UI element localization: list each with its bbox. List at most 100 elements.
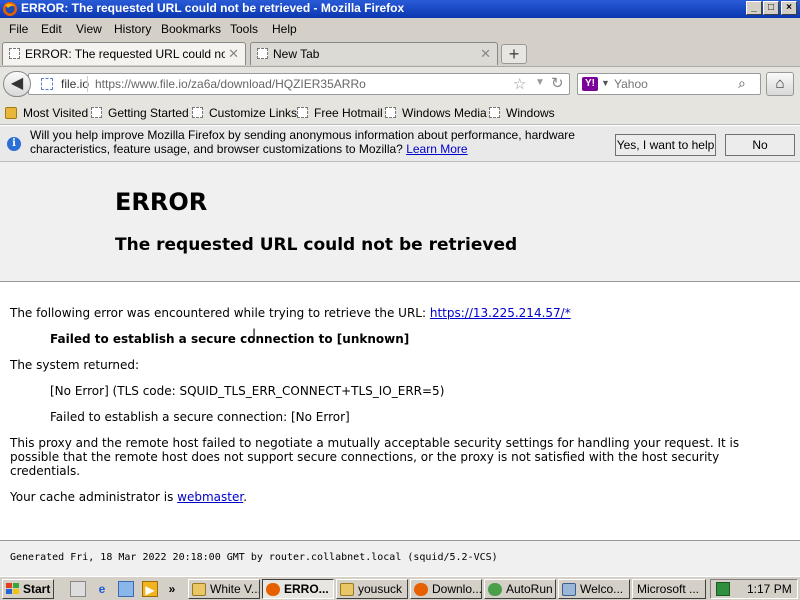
error-url-link[interactable]: https://13.225.214.57/* [430, 306, 571, 320]
url-dropdown-icon[interactable]: ▼ [535, 77, 545, 88]
folder-icon [192, 583, 206, 596]
tab-label: New Tab [273, 47, 320, 61]
new-tab-button[interactable]: + [501, 44, 527, 64]
error-footer: Generated Fri, 18 Mar 2022 20:18:00 GMT … [0, 540, 800, 576]
url-domain[interactable]: file.io [61, 77, 89, 91]
page-icon [385, 107, 396, 118]
title-bar: ERROR: The requested URL could not be re… [0, 0, 800, 18]
search-bar[interactable]: Y! ▼ ⌕ [577, 73, 761, 95]
home-icon: ⌂ [775, 75, 785, 92]
error-explanation: This proxy and the remote host failed to… [10, 436, 740, 478]
show-desktop-icon[interactable] [70, 581, 86, 597]
media-player-icon[interactable]: ▶ [142, 581, 158, 597]
windows-logo-icon [6, 583, 19, 594]
bookmark-label: Free Hotmail [314, 106, 383, 120]
taskbar-item-error[interactable]: ERRO... [262, 579, 334, 599]
back-button[interactable]: ◀ [3, 71, 31, 97]
tab-new[interactable]: New Tab ✕ [250, 42, 498, 65]
bookmark-windows-media[interactable]: Windows Media [385, 106, 487, 120]
page-icon [192, 107, 203, 118]
taskbar-item-microsoft[interactable]: Microsoft ... [632, 579, 706, 599]
tray-app-icon[interactable] [716, 582, 730, 596]
admin-suffix: . [243, 490, 248, 504]
firefox-icon [266, 583, 280, 596]
menu-help[interactable]: Help [272, 22, 297, 36]
bookmark-label: Most Visited [23, 106, 89, 120]
back-arrow-icon: ◀ [10, 75, 24, 92]
page-icon [297, 107, 308, 118]
notification-text: Will you help improve Mozilla Firefox by… [30, 128, 575, 156]
menu-tools[interactable]: Tools [230, 22, 258, 36]
taskbar-label: Welco... [580, 582, 624, 596]
close-tab-icon[interactable]: ✕ [480, 46, 491, 62]
close-button[interactable]: × [781, 1, 797, 15]
start-label: Start [23, 582, 51, 596]
taskbar-label: ERRO... [284, 582, 329, 596]
maximize-button[interactable]: □ [763, 1, 779, 15]
info-icon: i [7, 137, 21, 151]
menu-bookmarks[interactable]: Bookmarks [161, 22, 221, 36]
taskbar-item-white-v[interactable]: White V... [188, 579, 260, 599]
search-icon[interactable]: ⌕ [738, 75, 746, 92]
bookmark-windows[interactable]: Windows [489, 106, 555, 120]
page-icon [257, 48, 268, 59]
reload-icon[interactable]: ↻ [551, 74, 564, 92]
bookmark-label: Customize Links [209, 106, 298, 120]
start-button[interactable]: Start [2, 579, 54, 599]
most-visited-icon [5, 107, 17, 119]
clock[interactable]: 1:17 PM [747, 582, 792, 596]
navigation-bar: file.io ☆ ▼ ↻ ◀ Y! ▼ ⌕ ⌂ [0, 66, 800, 100]
bookmark-getting-started[interactable]: Getting Started [91, 106, 189, 120]
internet-explorer-icon[interactable]: e [94, 581, 110, 597]
error-content: The following error was encountered whil… [0, 282, 800, 540]
bookmarks-toolbar: Most Visited Getting Started Customize L… [0, 100, 800, 125]
menu-history[interactable]: History [114, 22, 151, 36]
menu-file[interactable]: File [9, 22, 28, 36]
folder-icon [340, 583, 354, 596]
error-intro: The following error was encountered whil… [10, 306, 571, 320]
taskbar-item-autorun[interactable]: AutoRun [484, 579, 556, 599]
tab-strip: ERROR: The requested URL could not be...… [0, 40, 800, 66]
page-title: ERROR [115, 188, 208, 216]
notification-message: Will you help improve Mozilla Firefox by… [30, 128, 590, 156]
no-button[interactable]: No [725, 134, 795, 156]
home-button[interactable]: ⌂ [766, 72, 794, 96]
intro-text: The following error was encountered whil… [10, 306, 427, 320]
taskbar-item-downloads[interactable]: Downlo... [410, 579, 482, 599]
cache-admin: Your cache administrator is webmaster. [10, 490, 247, 504]
learn-more-link[interactable]: Learn More [406, 142, 467, 156]
webmaster-link[interactable]: webmaster [177, 490, 243, 504]
bookmark-label: Windows [506, 106, 555, 120]
menu-view[interactable]: View [76, 22, 102, 36]
bookmark-most-visited[interactable]: Most Visited [5, 106, 88, 120]
firefox-icon [414, 583, 428, 596]
tab-error[interactable]: ERROR: The requested URL could not be...… [2, 42, 246, 65]
firefox-icon [3, 2, 17, 16]
url-input[interactable] [95, 76, 495, 92]
bookmark-customize-links[interactable]: Customize Links [192, 106, 297, 120]
yes-help-button[interactable]: Yes, I want to help [615, 134, 716, 156]
tls-code: [No Error] (TLS code: SQUID_TLS_ERR_CONN… [50, 384, 445, 398]
menu-bar: File Edit View History Bookmarks Tools H… [0, 18, 800, 40]
close-tab-icon[interactable]: ✕ [228, 46, 239, 62]
system-returned-label: The system returned: [10, 358, 140, 372]
menu-edit[interactable]: Edit [41, 22, 62, 36]
taskbar-item-welcome[interactable]: Welco... [558, 579, 630, 599]
taskbar-item-yousuck[interactable]: yousuck [336, 579, 408, 599]
system-tray: 1:17 PM [710, 579, 798, 599]
footer-text: Generated Fri, 18 Mar 2022 20:18:00 GMT … [10, 552, 498, 563]
taskbar-label: yousuck [358, 582, 403, 596]
site-identity-icon[interactable] [41, 78, 53, 90]
quicklaunch-more-icon[interactable]: » [164, 581, 180, 597]
yahoo-icon[interactable]: Y! [582, 77, 598, 91]
taskbar: Start e ▶ » White V... ERRO... yousuck D… [0, 576, 800, 600]
outlook-icon[interactable] [118, 581, 134, 597]
url-bar[interactable]: file.io ☆ ▼ ↻ [28, 73, 570, 95]
minimize-button[interactable]: _ [746, 1, 762, 15]
bookmark-free-hotmail[interactable]: Free Hotmail [297, 106, 383, 120]
bookmark-star-icon[interactable]: ☆ [513, 75, 526, 93]
failed-message: Failed to establish a secure connection … [50, 332, 410, 346]
search-engine-dropdown-icon[interactable]: ▼ [601, 78, 610, 88]
page-icon [91, 107, 102, 118]
search-input[interactable] [614, 76, 734, 92]
